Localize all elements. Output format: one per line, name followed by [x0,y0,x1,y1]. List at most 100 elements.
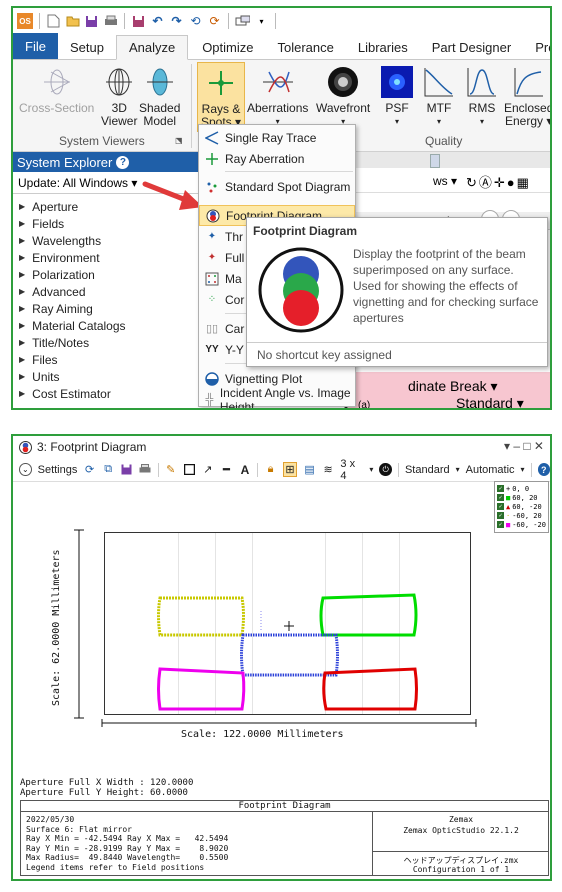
separator [275,13,276,29]
standard-cell[interactable]: Standard ▾ [456,395,524,408]
pencil-icon[interactable]: ✎ [165,463,178,476]
tab-tolerance[interactable]: Tolerance [265,35,345,59]
legend-label: 0, 0 [512,484,530,493]
line-icon[interactable]: ━ [220,463,233,476]
menu-item-ray-aberration[interactable]: Ray Aberration [199,148,355,169]
coordinate-break-cell[interactable]: dinate Break ▾ [408,378,498,395]
settings-button[interactable]: Settings [38,464,78,476]
tab-part-designer[interactable]: Part Designer [420,35,523,59]
open-folder-icon[interactable] [65,14,80,29]
print-icon[interactable] [103,14,118,29]
legend-marker: ▲ [506,502,511,511]
explorer-item-label: Environment [32,250,100,265]
menu-item-standard-spot-diagram[interactable]: Standard Spot Diagram [199,176,355,197]
cross-section-button[interactable]: Cross-Section [19,64,94,115]
mtf-icon [421,64,457,100]
settings-chevron-icon[interactable]: ⌄ [19,463,32,476]
legend-checkbox[interactable]: ✓ [497,521,504,528]
legend-label: -60, 20 [512,511,542,520]
ws-dropdown[interactable]: ws ▾ [433,174,457,188]
update-all-icon[interactable]: ⟳ [207,14,222,29]
legend-checkbox[interactable]: ✓ [497,485,504,492]
menu-divider [225,171,353,172]
tab-optimize[interactable]: Optimize [188,35,265,59]
dropdown-arrow-icon[interactable]: ▾ [456,465,460,474]
explorer-item-polarization[interactable]: ▶ Polarization [13,266,198,283]
analysis-toolbar: ⌄ Settings ⟳ ⧉ ✎ ↗ ━ A 🔒︎ ⊞ ▤ ≋ 3 x 4 ▾ … [13,458,550,482]
legend-checkbox[interactable]: ✓ [497,512,504,519]
rays-spots-button[interactable]: Rays & Spots ▾ [197,62,246,132]
explorer-item-title-notes[interactable]: ▶ Title/Notes [13,334,198,351]
group-launcher-icon[interactable]: ⬔ [175,136,183,145]
tab-programming[interactable]: Programmin [523,35,550,59]
legend-marker: + [506,484,511,493]
standard-dropdown[interactable]: Standard [405,464,450,476]
refresh-icon[interactable]: ⟳ [83,463,96,476]
menu-item-single-ray-trace[interactable]: Single Ray Trace [199,127,355,148]
explorer-item-label: Polarization [32,267,95,282]
new-file-icon[interactable] [46,14,61,29]
clipboard-icon[interactable]: ▤ [303,463,316,476]
rms-button[interactable]: RMS ▾ [464,64,500,128]
save-icon[interactable] [84,14,99,29]
print-icon[interactable] [139,463,152,476]
explorer-item-environment[interactable]: ▶ Environment [13,249,198,266]
dropdown-arrow-icon[interactable]: ▾ [369,465,373,474]
enclosed-energy-button[interactable]: Enclosed Energy ▾ [504,64,550,128]
layers-icon[interactable]: ≋ [322,463,335,476]
menu-item-incident-angle[interactable]: ╬ Incident Angle vs. Image Height [199,385,355,410]
legend-checkbox[interactable]: ✓ [497,503,504,510]
app-logo[interactable]: OS [17,13,33,29]
explorer-item-units[interactable]: ▶ Units [13,368,198,385]
dropdown-arrow-icon[interactable]: ▾ [254,14,269,29]
expand-arrow-icon: ▶ [19,355,26,364]
psf-button[interactable]: PSF ▾ [379,64,415,128]
explorer-item-advanced[interactable]: ▶ Advanced [13,283,198,300]
field-legend: ✓ +0, 0 ✓ ■ 60, 20 ✓ ▲ 60, -20 ✓ · -60, 20 ✓ ■ -6… [494,481,549,533]
power-icon[interactable]: ⏻ [379,463,392,476]
dropdown-arrow-icon[interactable]: ▾ [521,465,525,474]
aberrations-button[interactable]: Aberrations ▾ [247,64,308,128]
explorer-item-cost-estimator[interactable]: ▶ Cost Estimator [13,385,198,402]
window-controls[interactable]: ▾ – □ ✕ [504,439,544,453]
help-icon[interactable]: ? [537,463,550,476]
explorer-item-files[interactable]: ▶ Files [13,351,198,368]
help-icon[interactable]: ? [116,155,130,169]
automatic-dropdown[interactable]: Automatic [466,464,515,476]
rectangle-icon[interactable] [183,463,196,476]
arrow-line-icon[interactable]: ↗ [202,463,215,476]
shaded-model-label-2: Model [143,114,177,128]
shaded-model-button[interactable]: Shaded Model [139,64,180,128]
toolbar-icons-group[interactable]: ↻Ⓐ✛●▦ [466,172,531,191]
save-icon[interactable] [120,463,133,476]
undo-icon[interactable]: ↶ [150,14,165,29]
copy-icon[interactable]: ⧉ [102,463,115,476]
window-layout-icon[interactable] [235,14,250,29]
explorer-item-ray-aiming[interactable]: ▶ Ray Aiming [13,300,198,317]
layout-dropdown[interactable]: 3 x 4 [340,458,363,482]
text-icon[interactable]: A [239,463,252,477]
mtf-button[interactable]: MTF ▾ [421,64,457,128]
explorer-item-material-catalogs[interactable]: ▶ Material Catalogs [13,317,198,334]
tab-setup[interactable]: Setup [58,35,116,59]
3d-viewer-button[interactable]: 3D Viewer [101,64,137,128]
legend-checkbox[interactable]: ✓ [497,494,504,501]
save-as-icon[interactable] [131,14,146,29]
tab-libraries[interactable]: Libraries [346,35,420,59]
menu-label: Incident Angle vs. Image Height [219,385,351,410]
redo-icon[interactable]: ↷ [169,14,184,29]
tab-file[interactable]: File [13,33,58,59]
explorer-item-label: Title/Notes [32,335,90,350]
tab-analyze[interactable]: Analyze [115,35,189,60]
legend-marker: ■ [506,493,511,502]
cursor-mode-icon[interactable]: ⊞ [282,462,298,477]
editor-tab[interactable] [430,154,440,168]
refresh-icon[interactable]: ⟲ [188,14,203,29]
lock-icon[interactable]: 🔒︎ [264,463,277,476]
footprint-large-icon [258,247,344,333]
mtf-label: MTF [426,101,452,115]
info-details: 2022/05/30 Surface 6: Flat mirror Ray X … [26,815,229,872]
explorer-item-wavelengths[interactable]: ▶ Wavelengths [13,232,198,249]
wavefront-button[interactable]: Wavefront ▾ [316,64,370,128]
rms-icon [464,64,500,100]
